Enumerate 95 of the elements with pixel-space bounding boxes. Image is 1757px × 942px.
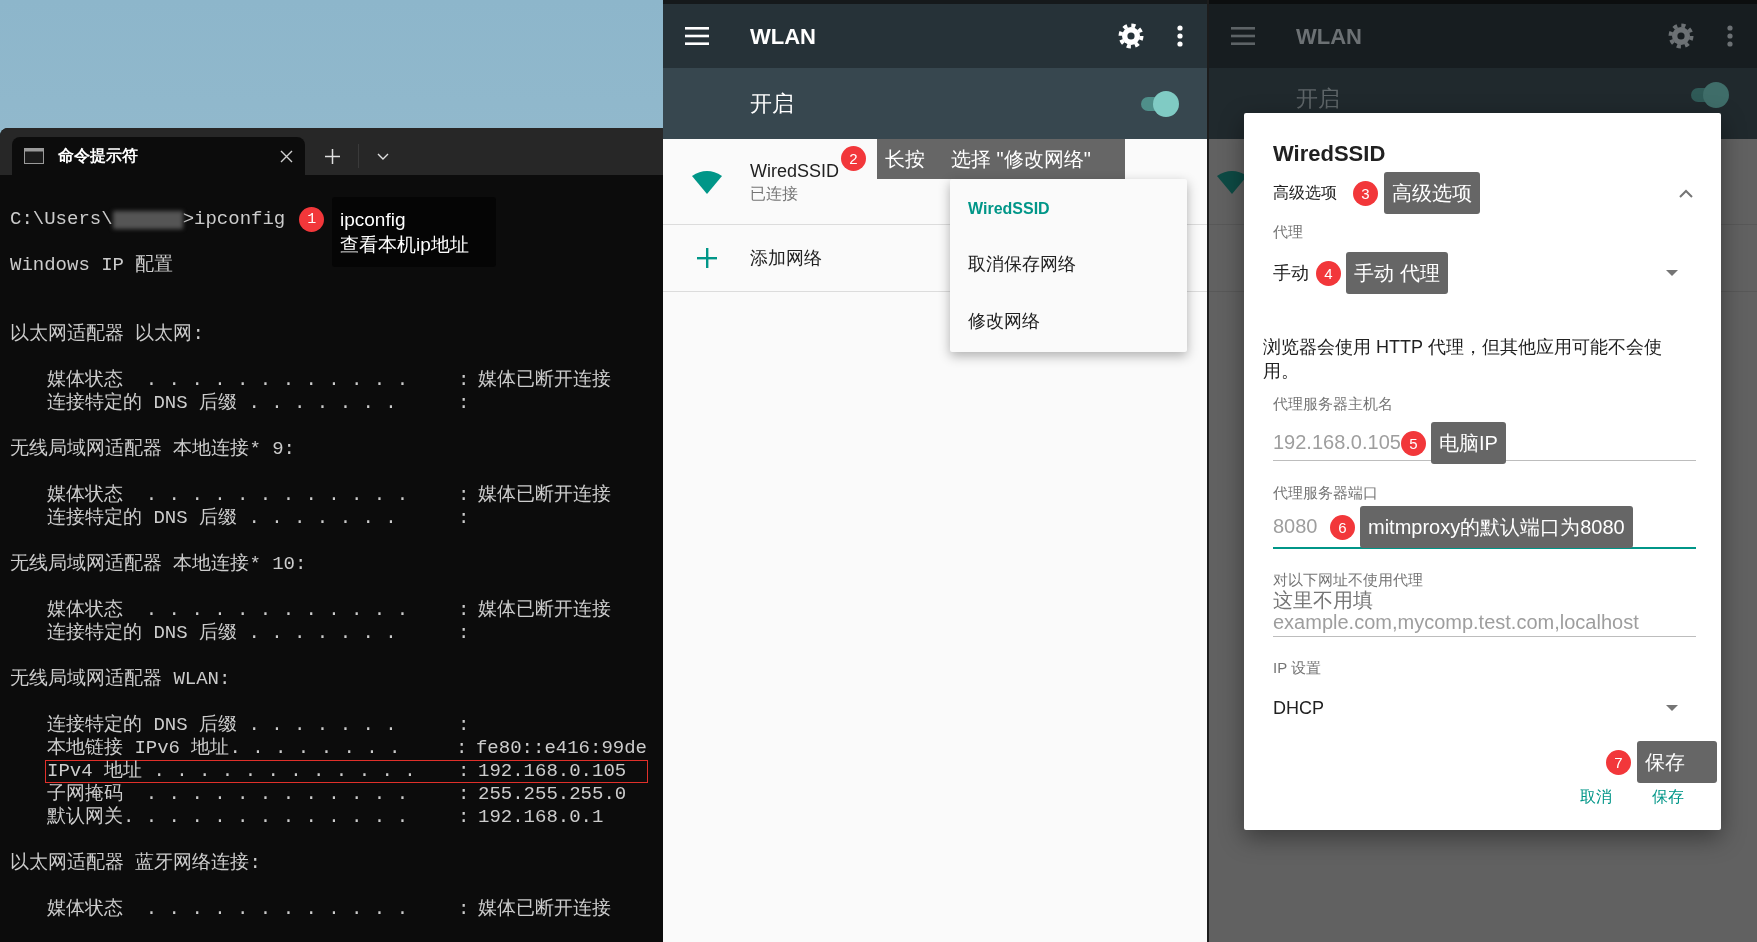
toggle-switch[interactable] — [1139, 90, 1179, 117]
entry-label: 媒体状态 . . . . . . . . . . . . — [46, 483, 410, 507]
wifi-icon — [1217, 169, 1247, 194]
menu-icon[interactable] — [685, 27, 709, 45]
adapter-heading: 无线局域网适配器 WLAN: — [10, 667, 231, 693]
entry-value: 媒体已断开连接 — [478, 897, 611, 923]
entry-label: 连接特定的 DNS 后缀 . . . . . . . — [46, 713, 398, 737]
entry-label: 连接特定的 DNS 后缀 . . . . . . . — [46, 391, 398, 417]
separator-text: : — [458, 621, 471, 647]
field-label: IP 设置 — [1273, 657, 1322, 678]
adapter-heading: 无线局域网适配器 本地连接* 10: — [10, 552, 307, 578]
entry-label: 子网掩码 . . . . . . . . . . . . — [46, 782, 410, 806]
separator-text: : — [458, 598, 471, 624]
chevron-down-icon[interactable] — [377, 152, 389, 160]
callout-text: mitmproxy的默认端口为8080 — [1368, 515, 1625, 540]
entry-label: 媒体状态 . . . . . . . . . . . . — [46, 368, 410, 392]
app-title: WLAN — [750, 22, 816, 51]
master-switch-label: 开启 — [750, 90, 794, 118]
adapter-heading: 以太网适配器 以太网: — [10, 322, 204, 348]
number-badge: 6 — [1330, 514, 1355, 540]
terminal-tab[interactable]: 命令提示符 — [12, 137, 305, 175]
proxy-note: 浏览器会使用 HTTP 代理，但其他应用可能不会使用。 — [1263, 336, 1663, 383]
network-name[interactable]: WiredSSID — [750, 158, 839, 183]
callout-text: 查看本机ip地址 — [340, 233, 470, 257]
more-icon[interactable] — [1177, 25, 1183, 47]
separator-text: : — [458, 391, 471, 417]
dialog-button[interactable]: 保存 — [1652, 785, 1684, 809]
master-switch-label: 开启 — [1296, 85, 1340, 113]
number-badge: 7 — [1606, 749, 1631, 775]
entry-label: 连接特定的 DNS 后缀 . . . . . . . — [46, 621, 398, 647]
dropdown-icon[interactable] — [1666, 270, 1678, 276]
field-label: 代理服务器端口 — [1273, 482, 1378, 503]
proxy-dropdown-value[interactable]: 手动 — [1273, 259, 1309, 287]
callout-text: 长按 — [885, 147, 925, 172]
separator-text: : — [458, 506, 471, 532]
hint-note: 这里不用填 — [1273, 591, 1374, 609]
entry-label: 默认网关. . . . . . . . . . . . . — [46, 805, 410, 831]
callout-text: 选择 "修改网络" — [951, 147, 1091, 172]
separator-text: : — [458, 805, 471, 831]
wifi-icon — [691, 169, 722, 194]
number-badge: 4 — [1316, 260, 1341, 286]
output-text: Windows IP 配置 — [10, 253, 174, 279]
entry-label: 连接特定的 DNS 后缀 . . . . . . . — [46, 506, 398, 532]
entry-label: 本地链接 IPv6 地址. . . . . . . . — [46, 736, 402, 760]
separator-text: : — [458, 759, 471, 785]
entry-value: 255.255.255.0 — [478, 782, 627, 808]
separator-text: : — [458, 782, 471, 808]
callout-text: 手动 代理 — [1354, 261, 1440, 286]
callout-text: 电脑IP — [1439, 431, 1498, 456]
entry-label: IPv4 地址 . . . . . . . . . . . . — [46, 759, 417, 783]
entry-label: 媒体状态 . . . . . . . . . . . . — [46, 598, 410, 622]
field-label: 对以下网址不使用代理 — [1273, 569, 1423, 590]
ip-settings-dropdown-value[interactable]: DHCP — [1273, 694, 1324, 722]
adapter-heading: 无线局域网适配器 本地连接* 9: — [10, 437, 295, 463]
number-badge: 3 — [1353, 180, 1378, 206]
field-label: 代理服务器主机名 — [1273, 393, 1393, 414]
number-badge: 2 — [841, 146, 866, 171]
dialog-button[interactable]: 取消 — [1580, 785, 1612, 809]
add-network-item[interactable]: 添加网络 — [750, 244, 822, 272]
plus-icon[interactable] — [696, 248, 717, 268]
number-badge: 5 — [1401, 430, 1426, 456]
close-icon[interactable] — [280, 149, 293, 163]
callout-text: 高级选项 — [1392, 181, 1472, 206]
prompt-text: C:\Users\ — [10, 207, 113, 233]
number-badge: 1 — [299, 207, 325, 232]
separator-text: : — [458, 897, 471, 923]
entry-value: 192.168.0.105 — [478, 759, 627, 785]
separator-text: : — [458, 713, 471, 739]
menu-item[interactable]: 取消保存网络 — [968, 251, 1076, 278]
input-field[interactable]: example.com,mycomp.test.com,localhost — [1273, 609, 1696, 637]
entry-value: 192.168.0.1 — [478, 805, 604, 831]
command-text: >ipconfig — [182, 207, 286, 233]
entry-value: 媒体已断开连接 — [478, 368, 611, 394]
adapter-heading: 以太网适配器 蓝牙网络连接: — [10, 851, 261, 877]
toggle-switch[interactable] — [1689, 82, 1729, 108]
dropdown-icon[interactable] — [1666, 705, 1678, 711]
entry-label: 媒体状态 . . . . . . . . . . . . — [46, 897, 410, 923]
separator-text: : — [458, 368, 471, 394]
terminal-icon — [24, 148, 44, 164]
callout-text: ipconfig — [340, 208, 407, 232]
separator-text: : — [456, 736, 469, 762]
separator-text: : — [458, 483, 471, 509]
app-title: WLAN — [1296, 22, 1362, 51]
dialog-title: WiredSSID — [1273, 139, 1386, 168]
chevron-up-icon[interactable] — [1679, 188, 1693, 198]
callout-text: 保存 — [1645, 750, 1685, 775]
menu-item[interactable]: 修改网络 — [968, 308, 1040, 335]
entry-value: 媒体已断开连接 — [478, 483, 611, 509]
entry-value: fe80::e416:99de — [475, 736, 647, 762]
network-status: 已连接 — [750, 183, 799, 204]
menu-title: WiredSSID — [968, 198, 1050, 219]
entry-value: 媒体已断开连接 — [478, 598, 611, 624]
field-label: 代理 — [1273, 221, 1303, 242]
new-tab-icon[interactable] — [325, 148, 340, 164]
advanced-options-toggle[interactable]: 高级选项 — [1273, 181, 1337, 205]
